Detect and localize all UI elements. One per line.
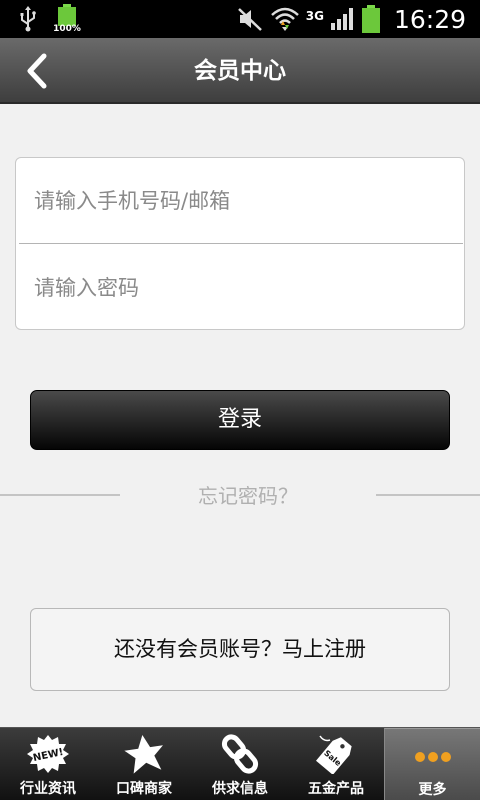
page-title: 会员中心 bbox=[194, 58, 286, 84]
tab-industry-news[interactable]: NEW! 行业资讯 bbox=[0, 728, 96, 800]
wifi-icon bbox=[270, 7, 299, 31]
password-input[interactable] bbox=[16, 245, 464, 330]
battery-icon bbox=[361, 5, 380, 33]
bottom-tab-bar: NEW! 行业资讯 口碑商家 供求信息 Sale 五金产品 更多 bbox=[0, 727, 480, 800]
login-form bbox=[15, 157, 465, 330]
divider-right bbox=[376, 494, 480, 496]
new-badge-icon: NEW! bbox=[27, 735, 69, 773]
mute-icon bbox=[237, 8, 262, 31]
phone-email-input[interactable] bbox=[16, 158, 464, 243]
back-arrow-icon[interactable] bbox=[20, 52, 56, 90]
tab-label: 行业资讯 bbox=[20, 781, 76, 797]
signal-icon bbox=[330, 8, 353, 30]
sale-tag-icon: Sale bbox=[316, 735, 352, 774]
header-bar: 会员中心 bbox=[0, 38, 480, 104]
chain-link-icon bbox=[221, 734, 259, 774]
network-type: 3G bbox=[305, 8, 324, 23]
tab-label: 更多 bbox=[418, 782, 447, 798]
tab-supply-demand[interactable]: 供求信息 bbox=[192, 728, 288, 800]
tab-label: 口碑商家 bbox=[116, 781, 172, 797]
usb-icon bbox=[20, 6, 36, 32]
forgot-password-link[interactable]: 忘记密码？ bbox=[120, 481, 376, 511]
tab-label: 供求信息 bbox=[212, 781, 268, 797]
battery-full-icon: 100% bbox=[52, 2, 82, 36]
star-icon bbox=[124, 735, 163, 774]
form-divider bbox=[19, 243, 463, 244]
status-bar: 100% 3G 16:29 bbox=[0, 0, 480, 38]
tab-hardware-products[interactable]: Sale 五金产品 bbox=[288, 728, 384, 800]
battery-percent: 100% bbox=[53, 24, 81, 34]
login-button[interactable]: 登录 bbox=[30, 390, 450, 450]
divider-left bbox=[0, 494, 120, 496]
tab-label: 五金产品 bbox=[308, 781, 364, 797]
register-button[interactable]: 还没有会员账号？马上注册 bbox=[30, 608, 450, 691]
status-clock: 16:29 bbox=[393, 4, 466, 34]
more-dots-icon bbox=[414, 752, 451, 762]
tab-more[interactable]: 更多 bbox=[384, 728, 480, 800]
tab-reputable-merchants[interactable]: 口碑商家 bbox=[96, 728, 192, 800]
